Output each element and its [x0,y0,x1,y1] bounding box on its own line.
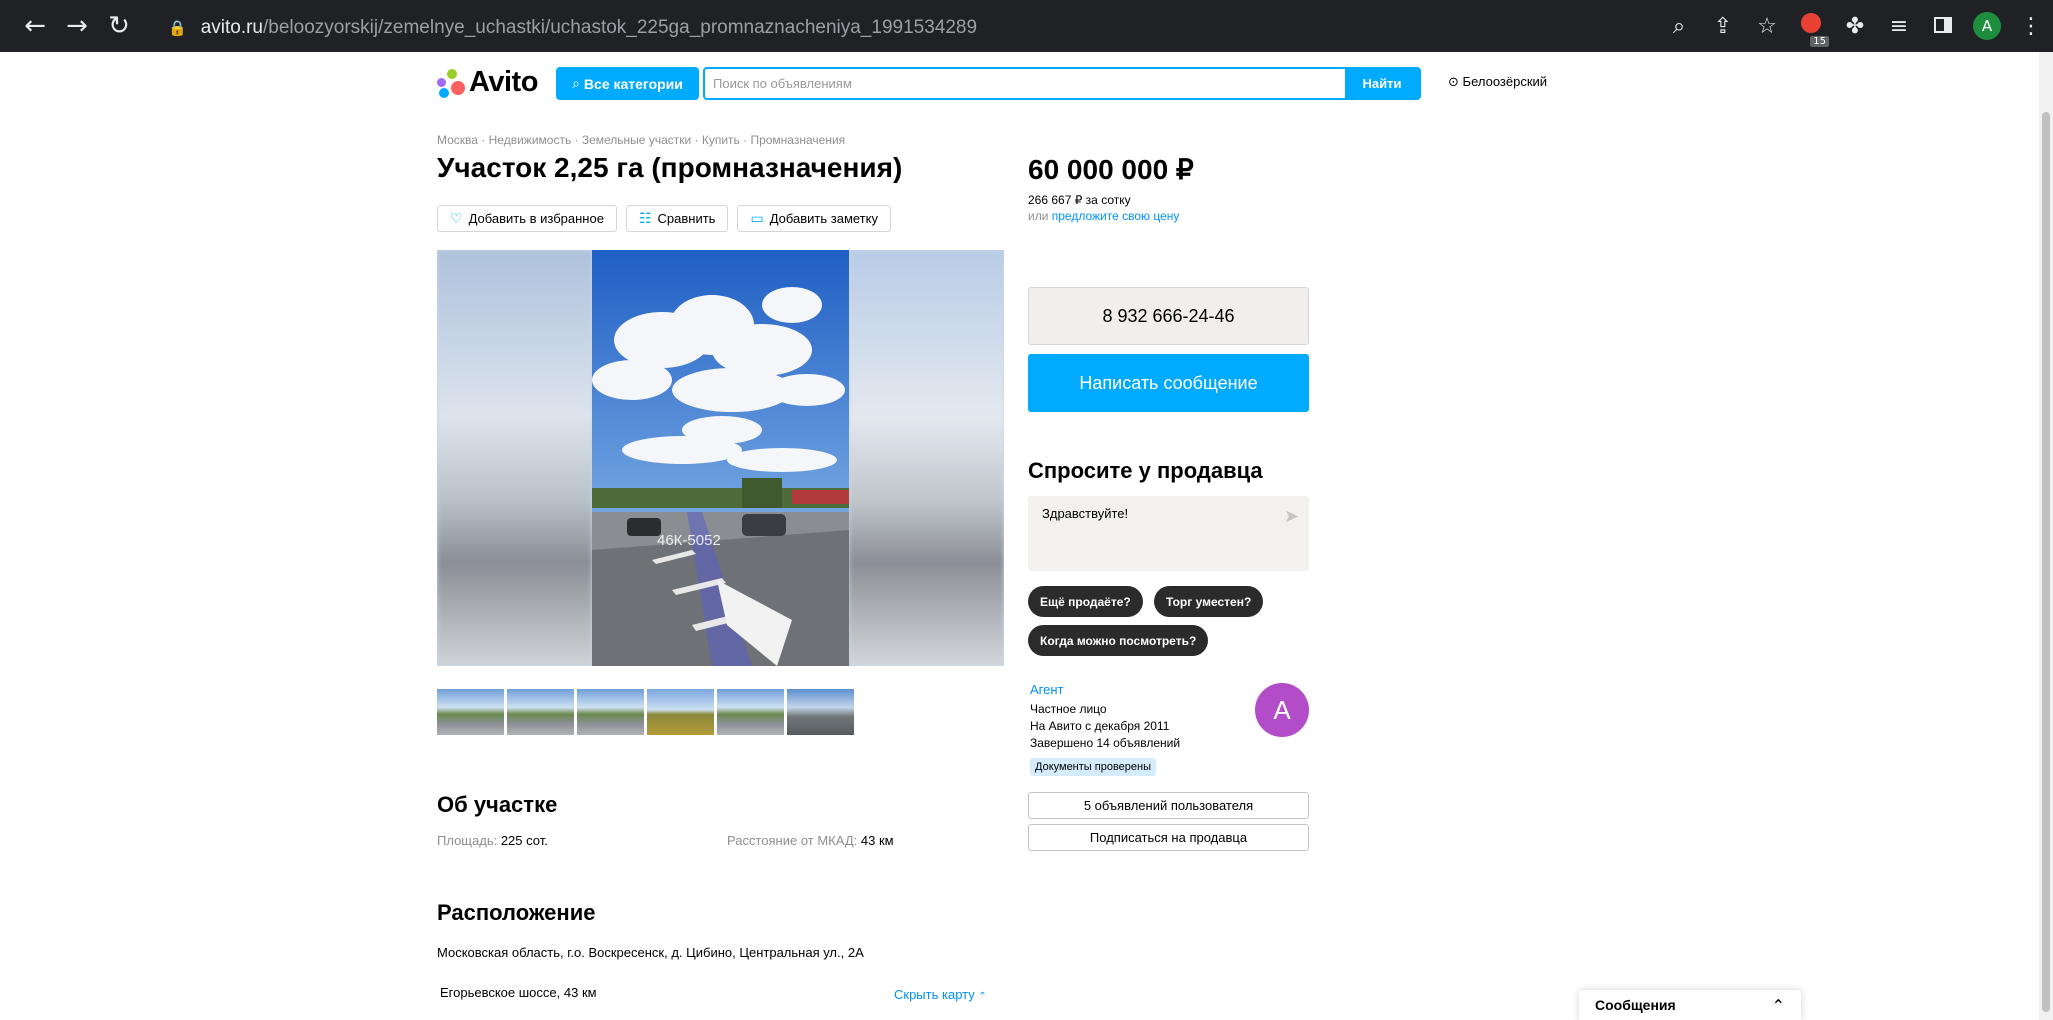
logo-text: Avito [469,66,538,98]
thumbnail-4[interactable] [647,689,714,735]
compare-button[interactable]: ☷ Сравнить [625,205,729,232]
photo-gallery[interactable]: 46К-5052 [437,250,1004,666]
bookmark-star-icon[interactable]: ☆ [1745,14,1789,39]
location-label: Белоозёрский [1462,74,1548,89]
url-path: /beloozyorskij/zemelnye_uchastki/uchasto… [263,17,978,38]
location-selector[interactable]: ⊙ Белоозёрский [1448,74,1547,90]
chevron-up-icon[interactable]: ⌃ [1772,996,1785,1015]
messages-label: Сообщения [1595,997,1676,1013]
note-icon: ▭ [750,210,764,226]
seller-type: Частное лицо [1030,702,1107,716]
extensions-puzzle-icon[interactable]: ✤ [1833,14,1877,39]
seller-listings-button[interactable]: 5 объявлений пользователя [1028,792,1309,819]
quick-question-chip[interactable]: Ещё продаёте? [1028,586,1143,617]
browser-toolbar: ← → ↻ 🔒 avito.ru/beloozyorskij/zemelnye_… [0,0,2053,52]
write-message-button[interactable]: Написать сообщение [1028,354,1309,412]
main-photo: 46К-5052 [592,250,849,666]
distance-property: Расстояние от МКАД: 43 км [727,833,894,848]
search-button[interactable]: Найти [1345,69,1419,98]
gallery-blur-right [849,250,1004,666]
compare-icon: ☷ [638,210,652,226]
subscribe-seller-button[interactable]: Подписаться на продавца [1028,824,1309,851]
thumbnail-6[interactable] [787,689,854,735]
seller-since: На Авито с декабря 2011 [1030,719,1170,733]
listing-actions: ♡ Добавить в избранное ☷ Сравнить ▭ Добавит… [437,205,891,232]
thumbnail-5[interactable] [717,689,784,735]
quick-question-chip[interactable]: Торг уместен? [1154,586,1264,617]
show-phone-button[interactable]: 8 932 666-24-46 [1028,287,1309,345]
lock-icon: 🔒 [168,20,187,37]
logo-dots-icon [437,68,465,98]
seller-name-link[interactable]: Агент [1030,682,1064,697]
search-bar: Найти [703,67,1421,100]
address-bar[interactable]: 🔒 avito.ru/beloozyorskij/zemelnye_uchast… [168,14,977,42]
address-text: Московская область, г.о. Воскресенск, д.… [437,945,864,960]
docs-verified-badge: Документы проверены [1030,758,1157,776]
price-per-unit: 266 667 ₽ за сотку [1028,193,1131,207]
avito-logo[interactable]: Avito [437,66,538,99]
ask-seller-input[interactable]: Здравствуйте! ➤ [1028,496,1309,571]
about-heading: Об участке [437,792,558,817]
share-icon[interactable]: ⇪ [1701,14,1745,39]
side-panel-icon[interactable] [1921,14,1965,39]
thumbnail-1[interactable] [437,689,504,735]
thumbnail-3[interactable] [577,689,644,735]
categories-label: Все категории [583,75,683,92]
forward-icon[interactable]: → [56,11,98,41]
page-scrollbar[interactable] [2039,52,2053,1020]
extension-badge: 15 [1810,36,1829,47]
categories-icon: ⌕ [572,75,580,92]
offer-line: или предложите свою цену [1028,209,1180,223]
ask-seller-heading: Спросите у продавца [1028,458,1263,483]
extension-red-icon[interactable]: 15 [1789,13,1833,47]
menu-kebab-icon[interactable]: ⋮ [2009,14,2053,39]
gallery-blur-left [437,250,592,666]
add-note-button[interactable]: ▭ Добавить заметку [737,205,891,232]
search-input[interactable] [705,69,1345,98]
all-categories-button[interactable]: ⌕ Все категории [556,67,699,100]
quick-question-chip[interactable]: Когда можно посмотреть? [1028,625,1209,656]
location-heading: Расположение [437,900,596,925]
chevron-up-icon: ⌃ [978,991,987,1002]
road-text: Егорьевское шоссе, 43 км [440,985,597,1000]
thumbnail-2[interactable] [507,689,574,735]
scrollbar-thumb[interactable] [2042,112,2050,1012]
seller-avatar[interactable]: A [1255,683,1309,737]
messages-widget[interactable]: Сообщения ⌃ [1579,990,1801,1020]
send-icon[interactable]: ➤ [1284,506,1299,527]
reload-icon[interactable]: ↻ [98,11,140,41]
page-title: Участок 2,25 га (промназначения) [437,152,903,183]
add-favorite-button[interactable]: ♡ Добавить в избранное [437,205,617,232]
photo-road-label: 46К-5052 [657,532,721,549]
price: 60 000 000 ₽ [1028,154,1194,185]
back-icon[interactable]: ← [14,11,56,41]
heart-icon: ♡ [450,210,463,226]
url-domain: avito.ru [200,17,263,38]
profile-avatar[interactable]: A [1965,12,2009,40]
offer-price-link[interactable]: предложите свою цену [1052,209,1180,223]
thumbnail-strip [437,689,854,735]
location-pin-icon: ⊙ [1448,75,1459,90]
hide-map-link[interactable]: Скрыть карту ⌃ [894,987,987,1002]
zoom-icon[interactable]: ⌕ [1657,14,1701,39]
seller-completed: Завершено 14 объявлений [1030,736,1181,750]
media-queue-icon[interactable]: ≡ [1877,14,1921,39]
area-property: Площадь: 225 сот. [437,833,548,848]
breadcrumb[interactable]: Москва · Недвижимость · Земельные участк… [437,133,845,147]
